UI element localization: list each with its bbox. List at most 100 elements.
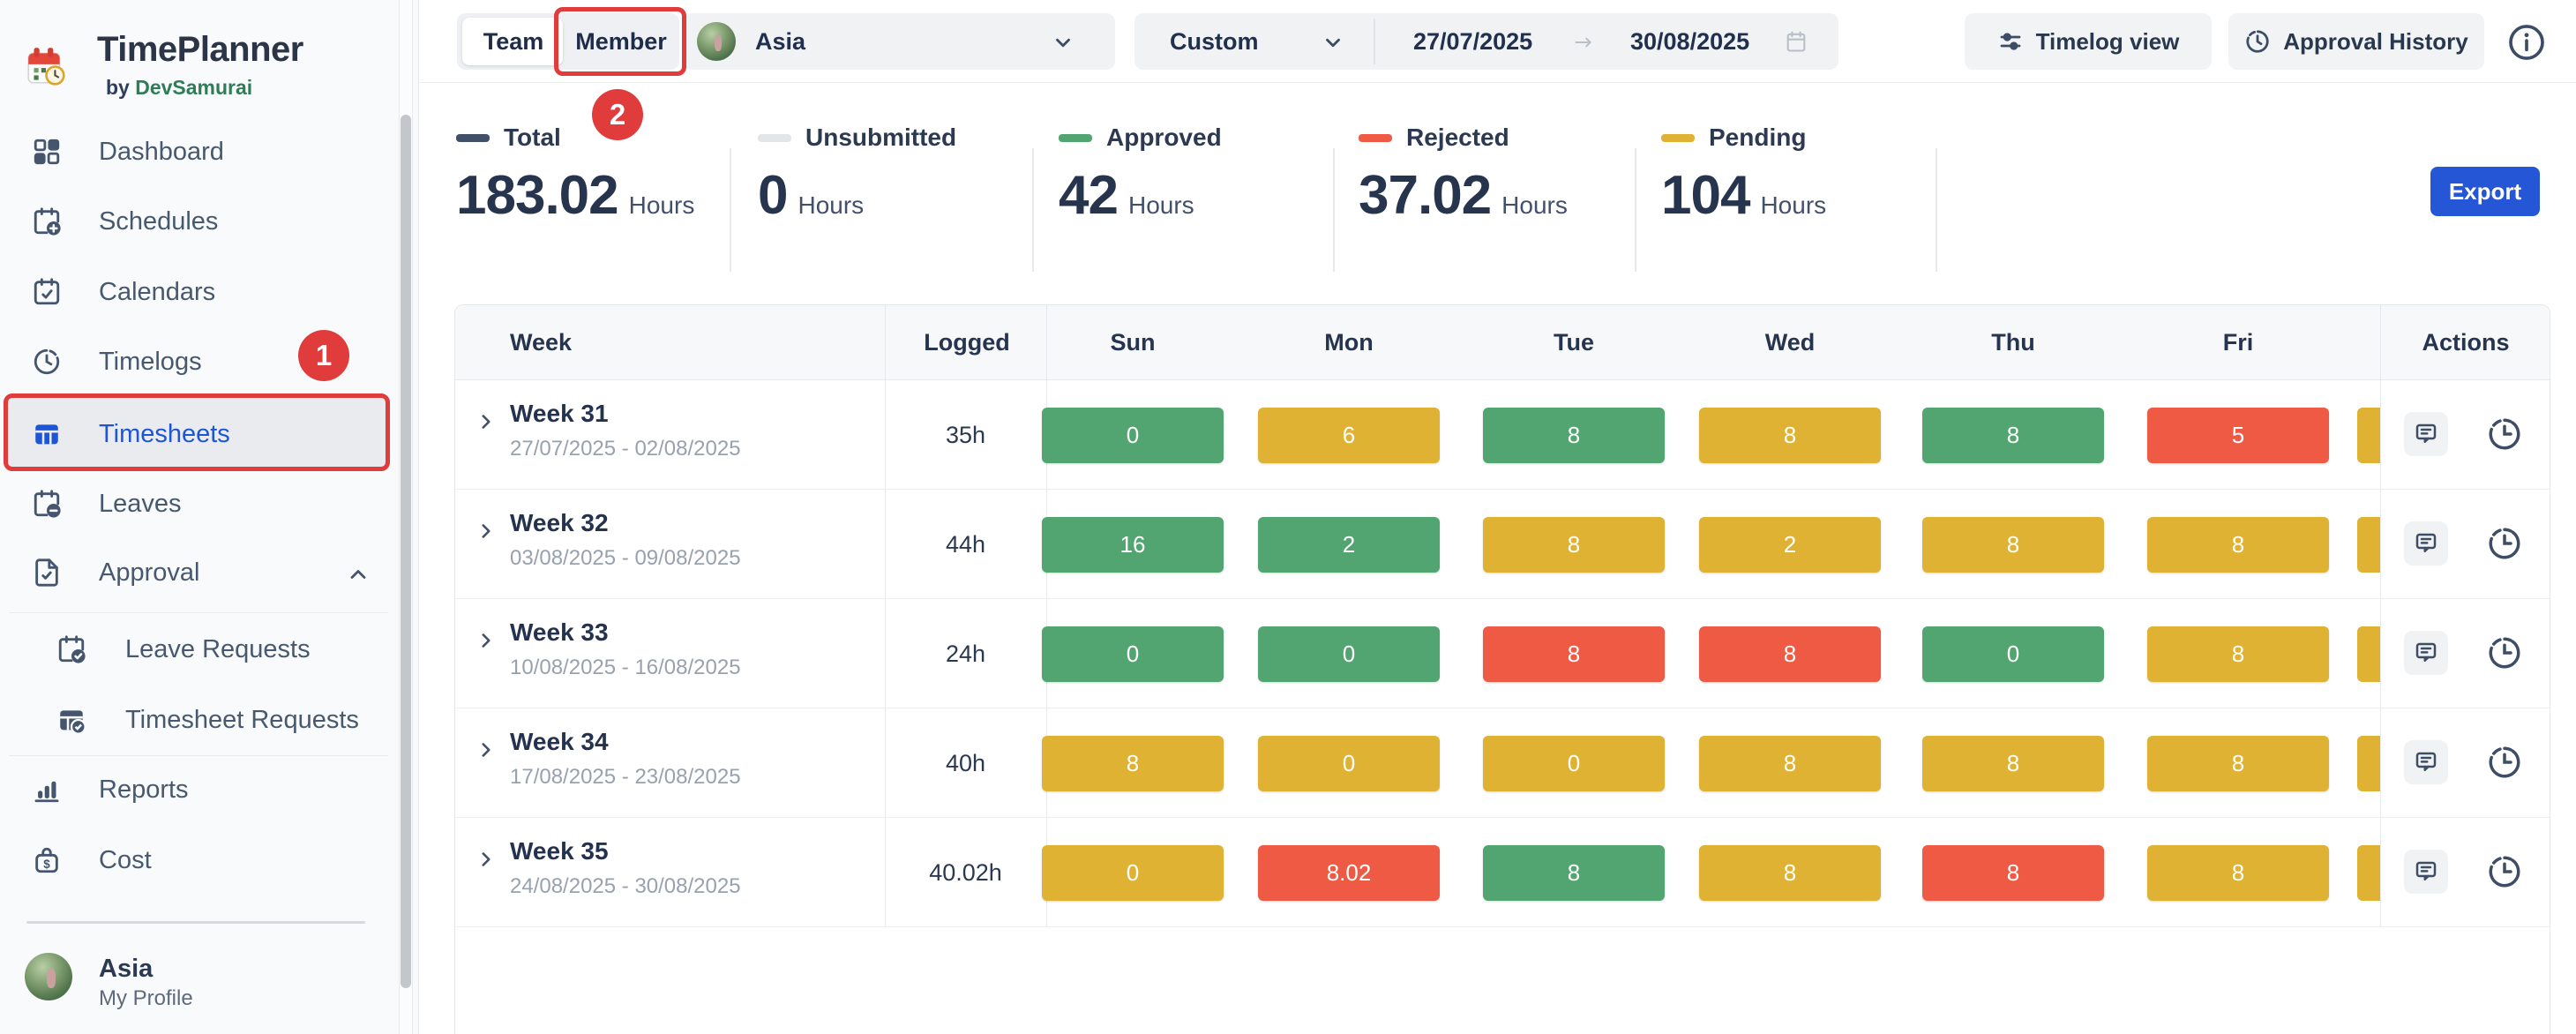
time-history-button[interactable] [2486, 416, 2523, 453]
calendar-check-icon [32, 277, 62, 307]
arrow-right-icon [1572, 31, 1595, 54]
sidebar-item-leaves[interactable]: Leaves [0, 468, 397, 539]
sidebar-item-label: Calendars [99, 278, 215, 307]
day-cell-sun[interactable]: 0 [1042, 626, 1224, 682]
day-cell-thu[interactable]: 0 [1922, 626, 2104, 682]
sidebar-item-dashboard[interactable]: Dashboard [0, 116, 397, 187]
day-cell-wed[interactable]: 8 [1699, 626, 1881, 682]
day-cell-tue[interactable]: 8 [1483, 408, 1665, 463]
chevron-right-icon[interactable] [475, 738, 498, 761]
day-cell-thu[interactable]: 8 [1922, 408, 2104, 463]
day-cell-tue[interactable]: 8 [1483, 517, 1665, 573]
chevron-right-icon[interactable] [475, 520, 498, 543]
day-cell-fri[interactable]: 8 [2147, 626, 2329, 682]
day-cell-mon[interactable]: 6 [1258, 408, 1440, 463]
member-select[interactable]: Asia [683, 13, 1115, 70]
stat-unit: Hours [1760, 191, 1826, 220]
day-cell-fri[interactable]: 8 [2147, 845, 2329, 901]
sidebar-scrollbar-thumb[interactable] [401, 115, 411, 988]
chevron-right-icon[interactable] [475, 629, 498, 652]
day-cell-thu[interactable]: 8 [1922, 736, 2104, 791]
calendar-icon[interactable] [1784, 29, 1808, 54]
comment-button[interactable] [2404, 412, 2448, 456]
sidebar-item-reports[interactable]: Reports [0, 754, 397, 825]
profile-avatar[interactable] [25, 953, 72, 1000]
day-cell-mon[interactable]: 0 [1258, 626, 1440, 682]
comment-button[interactable] [2404, 631, 2448, 675]
stat-value: 183.02 [456, 164, 618, 227]
info-icon[interactable] [2506, 22, 2547, 63]
calendar-plus-icon [32, 206, 62, 236]
comment-button[interactable] [2404, 850, 2448, 894]
week-title[interactable]: Week 33 [510, 618, 609, 647]
day-cell-mon[interactable]: 8.02 [1258, 845, 1440, 901]
day-cell-sun[interactable]: 0 [1042, 845, 1224, 901]
day-cell-sun[interactable]: 16 [1042, 517, 1224, 573]
stat-unsubmitted: Unsubmitted 0 Hours [758, 124, 956, 227]
time-history-button[interactable] [2486, 853, 2523, 890]
approval-history-button[interactable]: Approval History [2228, 13, 2484, 70]
week-title[interactable]: Week 32 [510, 509, 609, 537]
sidebar-item-approval[interactable]: Approval [0, 537, 397, 608]
day-cell-wed[interactable]: 8 [1699, 845, 1881, 901]
week-title[interactable]: Week 34 [510, 728, 609, 756]
timelog-view-button[interactable]: Timelog view [1965, 13, 2212, 70]
date-from-value[interactable]: 27/07/2025 [1413, 13, 1532, 70]
sidebar-item-timelogs[interactable]: Timelogs [0, 326, 397, 397]
day-cell-sun[interactable]: 0 [1042, 408, 1224, 463]
chevron-right-icon[interactable] [475, 410, 498, 433]
profile-name[interactable]: Asia [99, 955, 153, 984]
sidebar-item-leave-requests[interactable]: Leave Requests [0, 614, 397, 685]
export-button[interactable]: Export [2430, 167, 2540, 216]
app-subtitle-brand: DevSamurai [135, 76, 252, 99]
day-cell-thu[interactable]: 8 [1922, 845, 2104, 901]
day-cell-sat-partial[interactable] [2357, 408, 2380, 463]
day-cell-sat-partial[interactable] [2357, 845, 2380, 901]
day-cell-fri[interactable]: 8 [2147, 517, 2329, 573]
sidebar-item-calendars[interactable]: Calendars [0, 257, 397, 327]
day-cell-fri[interactable]: 5 [2147, 408, 2329, 463]
day-cell-wed[interactable]: 8 [1699, 408, 1881, 463]
date-to-value[interactable]: 30/08/2025 [1630, 13, 1749, 70]
week-title[interactable]: Week 31 [510, 400, 609, 428]
dashboard-icon [32, 137, 62, 167]
day-cell-fri[interactable]: 8 [2147, 736, 2329, 791]
range-preset-value[interactable]: Custom [1170, 13, 1259, 70]
week-date-range: 10/08/2025 - 16/08/2025 [510, 656, 741, 680]
chevron-up-icon[interactable] [346, 562, 371, 587]
day-cell-mon[interactable]: 0 [1258, 736, 1440, 791]
chevron-down-icon[interactable] [1322, 31, 1344, 54]
day-cell-sat-partial[interactable] [2357, 736, 2380, 791]
file-check-icon [32, 558, 62, 588]
time-history-button[interactable] [2486, 744, 2523, 781]
day-cell-sat-partial[interactable] [2357, 626, 2380, 682]
day-cell-sat-partial[interactable] [2357, 517, 2380, 573]
chevron-right-icon[interactable] [475, 848, 498, 871]
day-cell-wed[interactable]: 2 [1699, 517, 1881, 573]
table-approved-icon [56, 705, 86, 735]
sidebar-item-label: Cost [99, 846, 152, 875]
comment-button[interactable] [2404, 521, 2448, 566]
date-range-control: Custom 27/07/2025 30/08/2025 [1134, 13, 1838, 70]
sidebar-item-timesheets[interactable]: Timesheets [0, 399, 397, 469]
day-cell-tue[interactable]: 0 [1483, 736, 1665, 791]
week-title[interactable]: Week 35 [510, 837, 609, 865]
header-sun: Sun [1111, 305, 1156, 380]
segment-member[interactable]: Member [568, 13, 674, 70]
week-date-range: 17/08/2025 - 23/08/2025 [510, 765, 741, 790]
sidebar-item-schedules[interactable]: Schedules [0, 186, 397, 257]
day-cell-wed[interactable]: 8 [1699, 736, 1881, 791]
day-cell-tue[interactable]: 8 [1483, 845, 1665, 901]
day-cell-tue[interactable]: 8 [1483, 626, 1665, 682]
segment-team[interactable]: Team [464, 13, 563, 70]
sidebar-item-cost[interactable]: $ Cost [0, 825, 397, 895]
comment-button[interactable] [2404, 740, 2448, 784]
time-history-button[interactable] [2486, 634, 2523, 671]
time-history-button[interactable] [2486, 525, 2523, 562]
app-logo-icon [23, 44, 69, 88]
sidebar-item-timesheet-requests[interactable]: Timesheet Requests [0, 685, 397, 755]
day-cell-thu[interactable]: 8 [1922, 517, 2104, 573]
money-bag-icon: $ [32, 845, 62, 875]
day-cell-sun[interactable]: 8 [1042, 736, 1224, 791]
day-cell-mon[interactable]: 2 [1258, 517, 1440, 573]
